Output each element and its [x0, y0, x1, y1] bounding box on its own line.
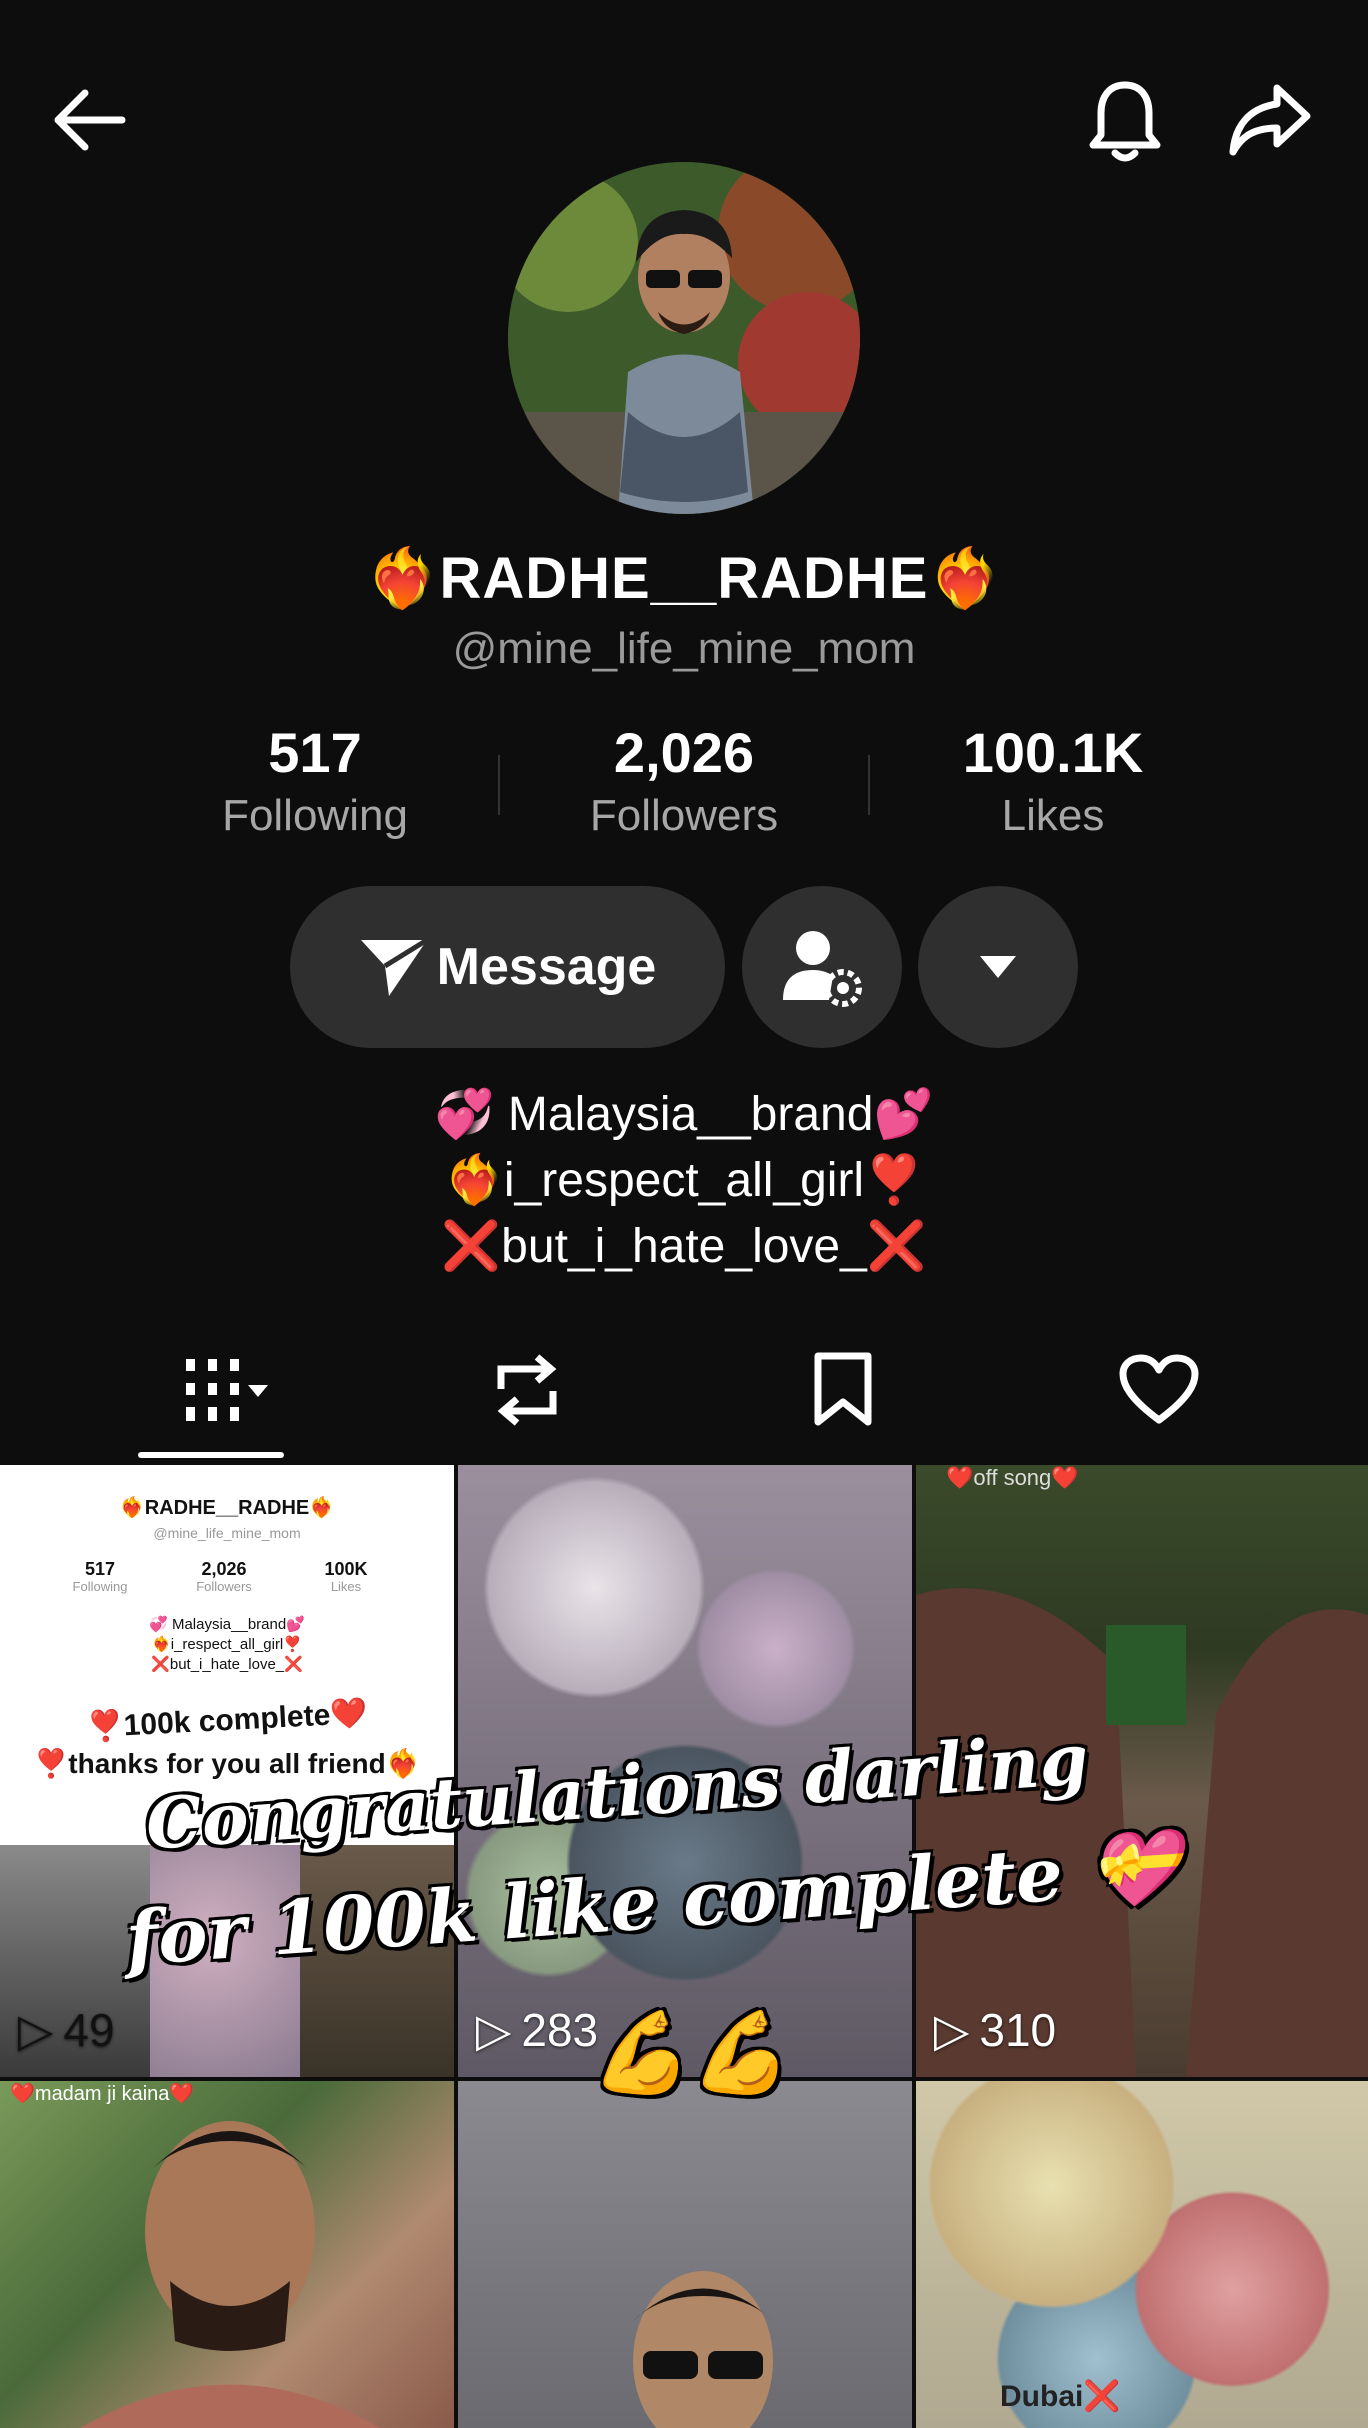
video-thumbnail[interactable]: ▷ 283 [458, 1465, 912, 2077]
bio-line: ❤️‍🔥i_respect_all_girl❣️ [0, 1148, 1368, 1214]
thumb-text: 💞 Malaysia__brand💕 [149, 1616, 305, 1633]
view-count: ▷ 49 [18, 2003, 115, 2057]
thumb-text: ❌but_i_hate_love_❌ [151, 1656, 303, 1673]
send-icon [360, 937, 428, 996]
video-thumbnail[interactable] [458, 2081, 912, 2428]
username-handle: @mine_life_mine_mom [452, 624, 916, 673]
video-thumbnail[interactable]: ❤️off song❤️ ▷ 310 [916, 1465, 1368, 2077]
bio-line: 💞 Malaysia__brand💕 [0, 1082, 1368, 1148]
followers-label: Followers [589, 791, 779, 840]
bio-text: but_i_hate_love_ [501, 1220, 867, 1273]
thumb-text: ❤️‍🔥i_respect_all_girl❣️ [152, 1636, 302, 1653]
thumb-mini-video [150, 1845, 300, 2077]
thumb-text: @mine_life_mine_mom [153, 1525, 301, 1541]
videos-grid-icon [186, 1359, 268, 1421]
thumb-text: Followers [196, 1579, 252, 1594]
message-label: Message [436, 938, 657, 996]
bio-emoji: ❣️ [864, 1154, 924, 1207]
stats-divider [868, 755, 870, 815]
thumb-text: ❤️madam ji kaina❤️ [10, 2083, 195, 2105]
tab-videos[interactable] [158, 1340, 288, 1440]
profile-bio: 💞 Malaysia__brand💕 ❤️‍🔥i_respect_all_gir… [0, 1082, 1368, 1280]
stats-divider [498, 755, 500, 815]
fire-heart-emoji: ❤️‍🔥 [928, 546, 1002, 611]
content-tabs [0, 1340, 1368, 1460]
stat-followers[interactable]: 2,026 Followers [534, 720, 834, 841]
profile-actions: Message [0, 886, 1368, 1048]
tab-liked[interactable] [1094, 1340, 1224, 1440]
thumb-text: Following [72, 1579, 128, 1594]
video-thumbnail[interactable]: Dubai❌ [916, 2081, 1368, 2428]
thumb-bio: 💞 Malaysia__brand💕 ❤️‍🔥i_respect_all_gir… [0, 1615, 454, 1675]
tab-favorites[interactable] [778, 1340, 908, 1440]
followers-count: 2,026 [613, 721, 755, 784]
video-thumbnail[interactable]: ❤️madam ji kaina❤️ [0, 2081, 454, 2428]
thumb-text: 517 [84, 1559, 116, 1579]
thumb-text: ❤️off song❤️ [946, 1465, 1079, 1490]
thumb-mini-video [300, 1845, 454, 2077]
active-tab-indicator [138, 1452, 284, 1458]
display-name: ❤️‍🔥RADHE__RADHE❤️‍🔥 [0, 545, 1368, 613]
friend-settings-button[interactable] [742, 886, 902, 1048]
fire-heart-emoji: ❤️‍🔥 [366, 546, 440, 611]
thumb-text: Likes [330, 1579, 362, 1594]
view-count: ▷ 283 [476, 2003, 598, 2057]
avatar[interactable] [508, 162, 860, 514]
display-name-text: RADHE__RADHE [439, 546, 929, 611]
thumb-text: ❣️100k complete❤️ [85, 1696, 369, 1745]
repost-icon [497, 1354, 557, 1426]
profile-stats: 517 Following 2,026 Followers 100.1K Lik… [0, 720, 1368, 850]
thumb-text: ❣️thanks for you all friend❤️‍🔥 [33, 1748, 421, 1779]
video-thumbnail[interactable]: ❤️‍🔥RADHE__RADHE❤️‍🔥 @mine_life_mine_mom… [0, 1465, 454, 2077]
stat-likes[interactable]: 100.1K Likes [903, 720, 1203, 841]
bio-text: Malaysia__brand [494, 1088, 874, 1141]
play-icon: ▷ [934, 2004, 970, 2056]
bio-emoji: ❌ [441, 1220, 502, 1273]
view-count-number: 49 [63, 2004, 115, 2056]
message-button[interactable]: Message [290, 886, 725, 1048]
user-gear-icon [783, 931, 862, 1007]
heart-icon [1119, 1354, 1199, 1424]
bio-line: ❌but_i_hate_love_❌ [0, 1214, 1368, 1280]
thumb-text: 100K [324, 1559, 368, 1579]
likes-label: Likes [1001, 791, 1105, 840]
thumb-text: 2,026 [201, 1559, 247, 1579]
bell-icon[interactable] [1075, 70, 1175, 170]
view-count: ▷ 310 [934, 2003, 1056, 2057]
bio-emoji: 💕 [873, 1088, 934, 1141]
view-count-number: 310 [979, 2004, 1057, 2056]
play-icon: ▷ [18, 2004, 54, 2056]
following-count: 517 [268, 721, 362, 784]
following-label: Following [222, 791, 408, 840]
video-grid: ❤️‍🔥RADHE__RADHE❤️‍🔥 @mine_life_mine_mom… [0, 1465, 1368, 2428]
more-dropdown-button[interactable] [918, 886, 1078, 1048]
caret-down-icon [980, 956, 1016, 978]
play-icon: ▷ [476, 2004, 512, 2056]
likes-count: 100.1K [962, 721, 1144, 784]
share-icon[interactable] [1220, 70, 1320, 170]
thumb-text: ❤️‍🔥RADHE__RADHE❤️‍🔥 [119, 1497, 335, 1519]
thumb-text: Dubai❌ [1000, 2380, 1121, 2413]
view-count-number: 283 [521, 2004, 599, 2056]
bookmark-icon [814, 1352, 872, 1426]
bio-emoji: ❤️‍🔥 [444, 1154, 504, 1207]
back-arrow-icon[interactable] [40, 70, 140, 170]
stat-following[interactable]: 517 Following [165, 720, 465, 841]
bio-text: i_respect_all_girl [503, 1154, 865, 1207]
bio-emoji: 💞 [434, 1088, 495, 1141]
bio-emoji: ❌ [866, 1220, 927, 1273]
tab-reposts[interactable] [462, 1340, 592, 1440]
